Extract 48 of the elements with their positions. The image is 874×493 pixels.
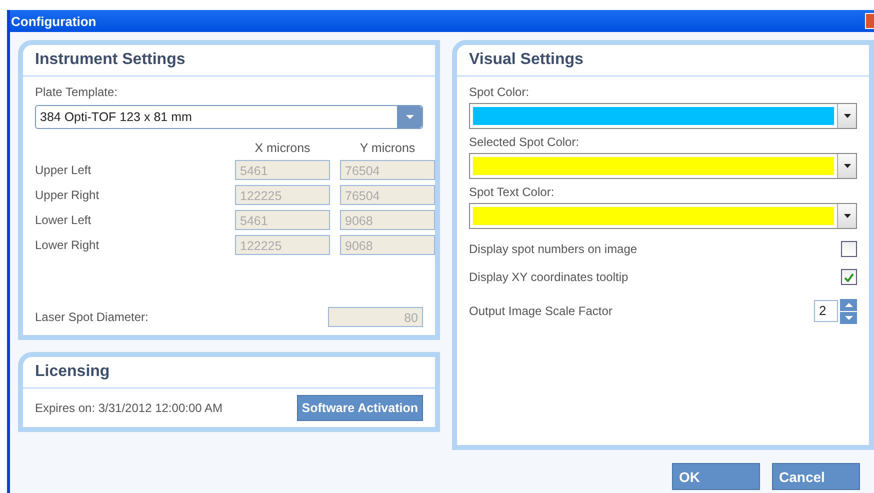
dialog-button[interactable]: OK: [672, 463, 760, 490]
panel-title: Visual Settings: [457, 45, 869, 77]
dialog-button[interactable]: Cancel: [772, 463, 860, 490]
field-label: Spot Text Color:: [469, 185, 556, 199]
input-field[interactable]: 122225: [235, 185, 330, 205]
number-field[interactable]: 2: [814, 300, 838, 322]
color-dropdown[interactable]: [469, 103, 857, 129]
checkbox-label: Display spot numbers on image: [469, 242, 638, 256]
check-icon: [844, 272, 854, 282]
spin-up-button[interactable]: [840, 298, 857, 310]
color-dropdown[interactable]: [469, 203, 857, 229]
window-title: Configuration: [10, 14, 96, 28]
field-label: Output Image Scale Factor: [469, 304, 612, 318]
row-label: Lower Right: [35, 238, 100, 252]
template-dropdown[interactable]: 384 Opti-TOF 123 x 81 mm: [35, 105, 423, 129]
checkbox[interactable]: [841, 241, 857, 257]
field-label: Spot Color:: [469, 85, 530, 99]
row-label: Upper Left: [35, 163, 92, 177]
panel-title: Instrument Settings: [23, 45, 435, 77]
panel-title: Licensing: [23, 357, 435, 389]
caret-icon: [844, 114, 850, 118]
column-header: X microns: [254, 141, 312, 155]
input-field[interactable]: 5461: [235, 210, 330, 230]
field-label: Laser Spot Diameter:: [35, 310, 148, 324]
caret-icon: [844, 302, 852, 306]
column-header: Y microns: [358, 141, 416, 155]
caret-icon: [844, 214, 850, 218]
activation-button[interactable]: Software Activation: [296, 395, 423, 421]
field-label: Plate Template:: [35, 85, 118, 99]
spin-down-button[interactable]: [840, 312, 857, 324]
input-field[interactable]: 76504: [340, 185, 435, 205]
input-field[interactable]: 76504: [340, 160, 435, 180]
caret-icon: [406, 115, 414, 119]
expiry-text: Expires on: 3/31/2012 12:00:00 AM: [35, 401, 222, 415]
checkbox[interactable]: [841, 269, 857, 285]
input-field[interactable]: 80: [328, 307, 423, 327]
caret-icon: [844, 316, 852, 320]
input-field[interactable]: 5461: [235, 160, 330, 180]
caret-icon: [844, 164, 850, 168]
color-dropdown[interactable]: [469, 153, 857, 179]
row-label: Lower Left: [35, 213, 92, 227]
field-label: Selected Spot Color:: [469, 135, 580, 149]
row-label: Upper Right: [35, 188, 100, 202]
close-button[interactable]: [865, 13, 874, 29]
input-field[interactable]: 122225: [235, 235, 330, 255]
input-field[interactable]: 9068: [340, 210, 435, 230]
checkbox-label: Display XY coordinates tooltip: [469, 270, 628, 284]
input-field[interactable]: 9068: [340, 235, 435, 255]
